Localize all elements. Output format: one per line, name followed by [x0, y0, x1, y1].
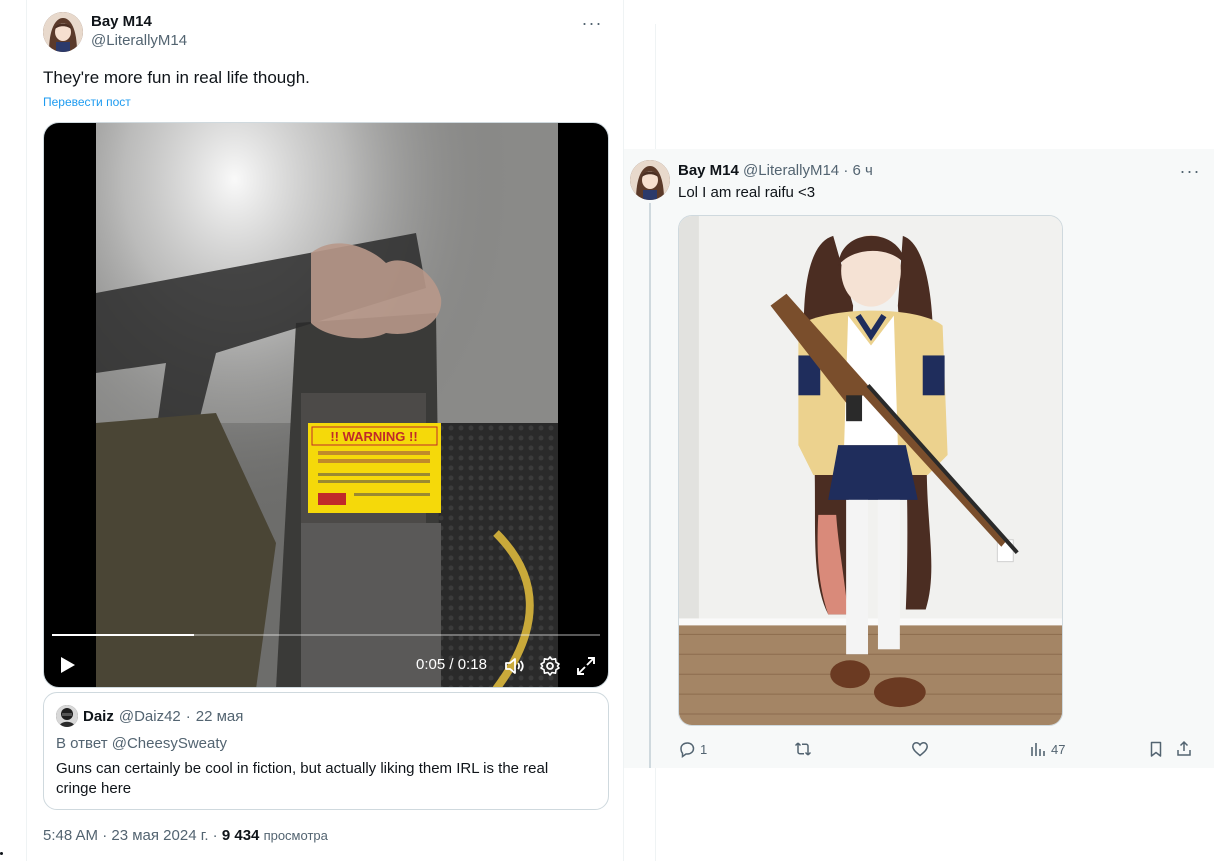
video-duration: 0:18	[457, 656, 487, 673]
volume-icon[interactable]	[503, 655, 525, 677]
author-handle[interactable]: @LiterallyM14	[91, 31, 187, 51]
views-count: 9 434	[221, 827, 260, 844]
author-name[interactable]: Bay M14	[91, 13, 187, 31]
reply-tweet[interactable]: Bay M14 @LiterallyM14 · 6 ч ··· Lol I am…	[624, 149, 1214, 768]
tweet-text: They're more fun in real life though.	[43, 68, 310, 87]
views-icon	[1031, 743, 1045, 756]
share-icon	[1177, 740, 1191, 756]
video-time: 0:05 / 0:18	[416, 655, 487, 675]
quoted-author-handle[interactable]: @Daiz42	[119, 708, 181, 725]
author-avatar[interactable]	[43, 12, 83, 52]
quoted-dot: ·	[185, 707, 191, 725]
retweet-button[interactable]	[794, 738, 816, 760]
main-tweet: Bay M14 @LiterallyM14 ··· They're more f…	[26, 0, 624, 861]
tweet-timestamp[interactable]: 5:48 AM · 23 мая 2024 г. ·	[43, 827, 222, 844]
video-progress-fill	[52, 634, 195, 636]
quoted-author-name[interactable]: Daiz	[83, 708, 114, 725]
quoted-author-avatar[interactable]	[56, 705, 78, 727]
reply-age[interactable]: 6 ч	[852, 162, 872, 179]
video-time-separator: /	[445, 656, 458, 673]
views-label: просмотра	[263, 828, 328, 843]
reply-author-name[interactable]: Bay M14	[678, 162, 739, 179]
bookmark-icon	[1150, 741, 1162, 757]
views-button[interactable]: 47	[1029, 738, 1065, 760]
translate-link[interactable]: Перевести пост	[43, 95, 131, 109]
video-progress-bar[interactable]	[52, 634, 600, 636]
reply-actions: 1 47	[678, 738, 1198, 760]
warning-sign-title: !! WARNING !!	[330, 429, 417, 444]
thread-line	[649, 203, 651, 768]
video-frame: !! WARNING !!	[96, 123, 558, 687]
reply-button[interactable]: 1	[678, 738, 707, 760]
play-icon[interactable]	[56, 654, 78, 676]
like-icon	[912, 742, 928, 757]
video-current-time: 0:05	[416, 656, 446, 673]
reply-icon	[680, 742, 695, 758]
reply-author-avatar[interactable]	[630, 160, 670, 200]
reply-text: Lol I am real raifu <3	[678, 184, 816, 201]
quoted-reply-to: В ответ @CheesySweaty	[56, 735, 228, 752]
quoted-text: Guns can certainly be cool in fiction, b…	[56, 760, 549, 797]
more-icon[interactable]: ···	[1176, 161, 1204, 181]
reply-header: Bay M14 @LiterallyM14 · 6 ч	[678, 161, 873, 181]
bookmark-button[interactable]	[1147, 738, 1165, 760]
reply-dot: ·	[843, 162, 849, 179]
retweet-icon	[794, 742, 812, 756]
more-icon[interactable]: ···	[575, 12, 609, 34]
tweet-header: Bay M14 @LiterallyM14 ···	[43, 12, 609, 52]
reply-count: 1	[700, 741, 708, 757]
reply-author-handle[interactable]: @LiterallyM14	[743, 162, 839, 179]
quoted-date[interactable]: 22 мая	[196, 708, 244, 725]
reply-views-count: 47	[1051, 741, 1066, 757]
quoted-tweet[interactable]: Daiz @Daiz42 · 22 мая В ответ @CheesySwe…	[43, 692, 609, 810]
edge-dot	[0, 852, 3, 855]
video-player[interactable]: !! WARNING !! 0:05 / 0:18	[43, 122, 609, 688]
reply-photo[interactable]	[678, 215, 1063, 726]
share-button[interactable]	[1175, 738, 1193, 760]
like-button[interactable]	[911, 738, 933, 760]
settings-icon[interactable]	[539, 655, 561, 677]
quoted-tweet-header: Daiz @Daiz42 · 22 мая	[56, 705, 243, 727]
author-info: Bay M14 @LiterallyM14	[91, 13, 187, 51]
fullscreen-icon[interactable]	[575, 655, 597, 677]
tweet-meta: 5:48 AM · 23 мая 2024 г. · 9 434 просмот…	[43, 827, 328, 844]
